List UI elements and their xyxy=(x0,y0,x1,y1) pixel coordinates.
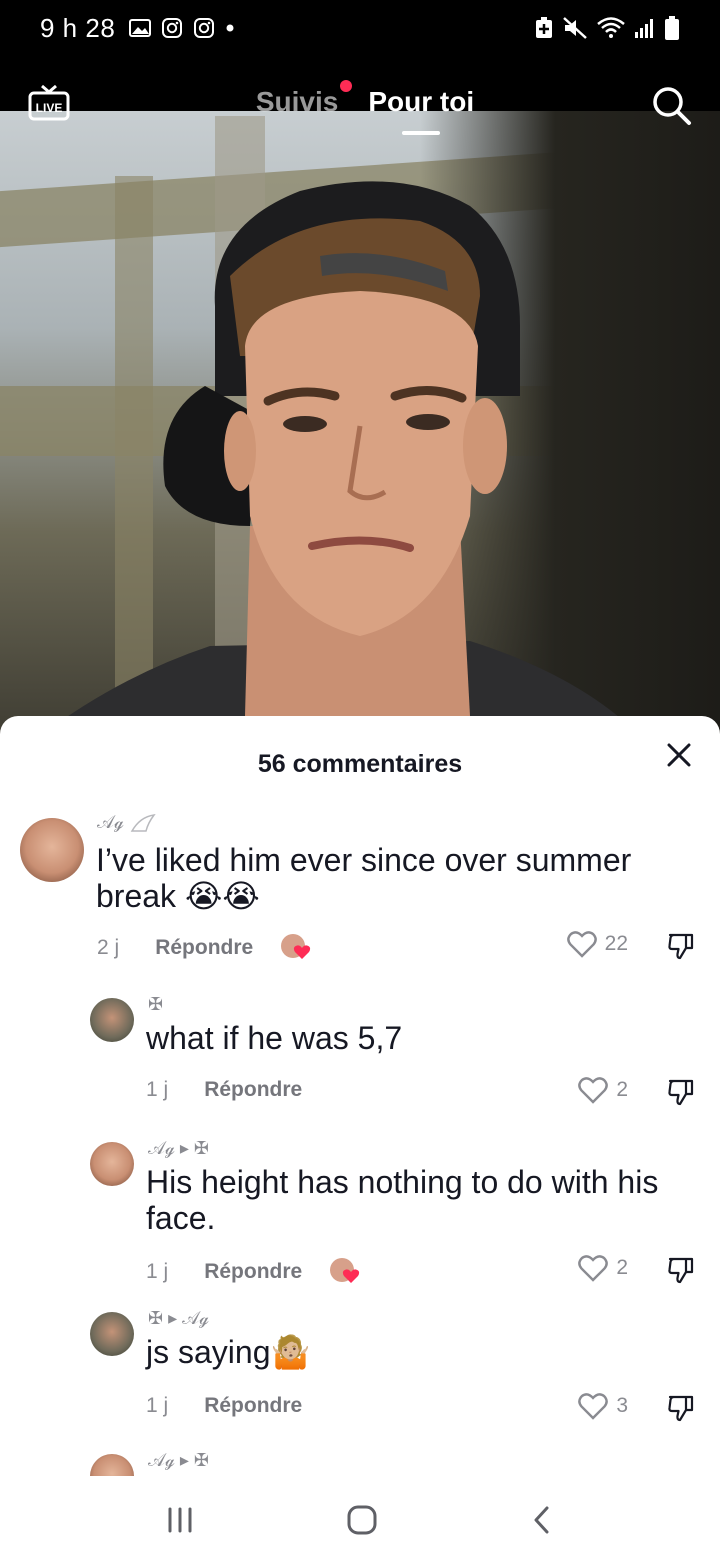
battery-icon xyxy=(665,16,679,40)
comment-text: His height has nothing to do with his fa… xyxy=(146,1164,659,1236)
comments-count-title: 56 commentaires xyxy=(257,749,463,778)
like-count: 3 xyxy=(616,1394,628,1417)
username-text: 𝒜ℊ ▸ ✠ xyxy=(148,1138,209,1158)
avatar[interactable] xyxy=(90,1312,134,1356)
avatar[interactable] xyxy=(90,1454,134,1476)
reply-button[interactable]: Répondre xyxy=(204,1078,302,1102)
status-time: 9 h 28 xyxy=(40,12,116,43)
reply-button[interactable]: Répondre xyxy=(204,1394,302,1418)
avatar[interactable] xyxy=(90,998,134,1042)
instagram-icon xyxy=(194,18,215,38)
mute-icon xyxy=(563,17,587,39)
username[interactable]: ✠ xyxy=(148,994,163,1015)
like-count: 2 xyxy=(616,1256,628,1279)
heart-outline-icon xyxy=(578,1255,609,1282)
back-icon[interactable] xyxy=(529,1504,555,1536)
signal-icon xyxy=(635,19,653,38)
dislike-icon[interactable] xyxy=(666,1077,696,1107)
comment-time: 1 j xyxy=(146,1260,169,1283)
username[interactable]: 𝒜ℊ xyxy=(97,812,156,833)
username-text: 𝒜ℊ ▸ ✠ xyxy=(148,1450,209,1470)
tab-following-label: Suivis xyxy=(255,86,339,117)
comments-header: 56 commentaires xyxy=(0,716,720,796)
heart-icon xyxy=(294,945,311,959)
active-tab-indicator xyxy=(402,131,441,135)
username-text: 𝒜ℊ xyxy=(97,812,124,832)
like-count: 2 xyxy=(616,1078,628,1101)
username-text: ✠ xyxy=(148,994,164,1014)
heart-outline-icon xyxy=(578,1393,609,1420)
notification-icons xyxy=(129,17,235,39)
like-button[interactable]: 22 xyxy=(566,930,628,958)
like-button[interactable]: 2 xyxy=(578,1076,628,1104)
top-nav: LIVE Suivis Pour toi xyxy=(0,56,720,151)
home-icon[interactable] xyxy=(346,1504,378,1536)
battery-saver-icon xyxy=(536,17,552,38)
reply-button[interactable]: Répondre xyxy=(204,1260,302,1284)
username-text: ✠ ▸ 𝒜ℊ xyxy=(148,1308,209,1328)
gallery-icon xyxy=(129,19,152,37)
recent-apps-icon[interactable] xyxy=(165,1506,195,1534)
feed-tabs: Suivis Pour toi xyxy=(0,80,720,135)
avatar[interactable] xyxy=(90,1142,134,1186)
avatar[interactable] xyxy=(20,818,84,882)
status-bar: 9 h 28 xyxy=(0,0,720,56)
like-count: 22 xyxy=(604,932,628,955)
close-icon[interactable] xyxy=(664,740,694,770)
comment-time: 1 j xyxy=(146,1078,169,1101)
dislike-icon[interactable] xyxy=(666,1393,696,1423)
username[interactable]: 𝒜ℊ ▸ ✠ xyxy=(148,1138,209,1159)
tab-following[interactable]: Suivis xyxy=(255,80,353,118)
comments-list[interactable]: 𝒜ℊ I’ve liked him ever since over summer… xyxy=(0,806,720,1476)
tab-for-you[interactable]: Pour toi xyxy=(368,86,475,135)
search-icon[interactable] xyxy=(650,84,692,126)
tab-for-you-label: Pour toi xyxy=(368,86,475,117)
video-player[interactable] xyxy=(0,56,720,736)
comments-sheet: 56 commentaires 𝒜ℊ I’ve liked him ever s… xyxy=(0,716,720,1560)
like-button[interactable]: 2 xyxy=(578,1254,628,1282)
creator-liked-badge xyxy=(281,932,313,964)
heart-outline-icon xyxy=(578,1077,609,1104)
wifi-icon xyxy=(597,17,625,38)
comment-meta: 1 j Répondre xyxy=(146,1394,302,1418)
wing-icon xyxy=(130,813,156,832)
instagram-icon xyxy=(162,18,183,38)
dislike-icon[interactable] xyxy=(666,931,696,961)
comment-meta: 1 j Répondre xyxy=(146,1256,362,1288)
heart-outline-icon xyxy=(566,931,597,958)
creator-liked-badge xyxy=(330,1256,362,1288)
heart-icon xyxy=(343,1269,360,1283)
reply-button[interactable]: Répondre xyxy=(155,936,253,960)
system-nav-bar xyxy=(0,1480,720,1560)
username[interactable]: 𝒜ℊ ▸ ✠ xyxy=(148,1450,209,1471)
like-button[interactable]: 3 xyxy=(578,1392,628,1420)
comment-text: I’ve liked him ever since over summer br… xyxy=(96,842,632,914)
comment-text: what if he was 5,7 xyxy=(146,1020,403,1056)
notification-dot xyxy=(340,80,353,92)
comment-time: 1 j xyxy=(146,1394,169,1417)
comment-time: 2 j xyxy=(97,936,120,959)
comment-text: js saying🤷🏼 xyxy=(146,1334,311,1370)
system-icons xyxy=(534,15,680,41)
username[interactable]: ✠ ▸ 𝒜ℊ xyxy=(148,1308,209,1329)
person-image xyxy=(40,181,640,736)
dislike-icon[interactable] xyxy=(666,1255,696,1285)
comment-meta: 1 j Répondre xyxy=(146,1078,302,1102)
dot-icon xyxy=(226,24,234,32)
comment-meta: 2 j Répondre xyxy=(97,932,313,964)
